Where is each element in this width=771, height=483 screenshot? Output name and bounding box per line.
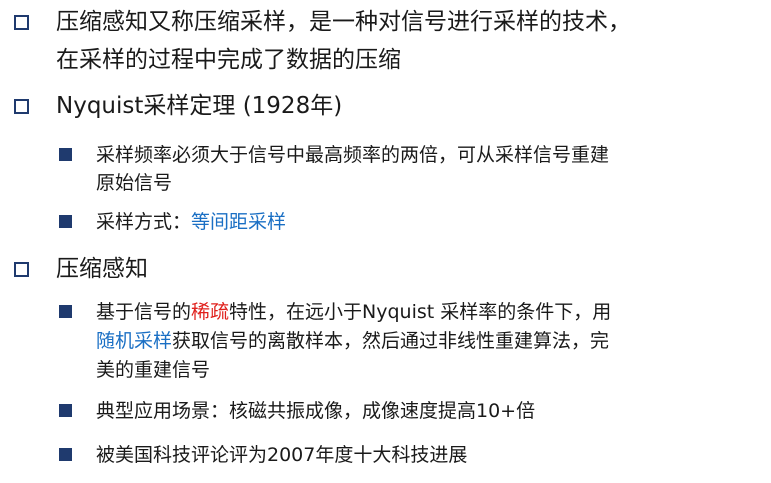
hollow-square-bullet-icon bbox=[14, 99, 29, 114]
bullet-title: 压缩感知 bbox=[56, 256, 148, 282]
sub-bullet-line: 采样方式：等间距采样 bbox=[96, 208, 761, 236]
bullet-title: Nyquist采样定理 (1928年) bbox=[56, 93, 343, 119]
sub-bullet-line: 美的重建信号 bbox=[96, 359, 211, 381]
sub-bullet-prefix: 采样方式： bbox=[96, 211, 192, 233]
slide: 压缩感知又称压缩采样，是一种对信号进行采样的技术， 在采样的过程中完成了数据的压… bbox=[0, 0, 771, 483]
sub-bullet-line: 采样频率必须大于信号中最高频率的两倍，可从采样信号重建 bbox=[96, 144, 610, 166]
sub-bullet-line: 被美国科技评论评为2007年度十大科技进展 bbox=[96, 444, 468, 466]
filled-square-bullet-icon bbox=[59, 215, 72, 228]
bullet-line: 在采样的过程中完成了数据的压缩 bbox=[56, 47, 401, 73]
highlight-sparse: 稀疏 bbox=[191, 301, 230, 323]
filled-square-bullet-icon bbox=[59, 404, 72, 417]
sub-bullet-line: 基于信号的稀疏特性，在远小于Nyquist 采样率的条件下，用 bbox=[96, 298, 761, 326]
filled-square-bullet-icon bbox=[59, 448, 72, 461]
highlight-random-sampling: 随机采样 bbox=[96, 330, 173, 352]
sub-bullet-line: 典型应用场景：核磁共振成像，成像速度提高10+倍 bbox=[96, 400, 536, 422]
hollow-square-bullet-icon bbox=[14, 15, 29, 30]
text-segment: 特性，在远小于Nyquist 采样率的条件下，用 bbox=[229, 301, 612, 323]
text-segment: 基于信号的 bbox=[96, 301, 192, 323]
sub-bullet-line: 随机采样获取信号的离散样本，然后通过非线性重建算法，完 bbox=[96, 327, 761, 355]
text-segment: 获取信号的离散样本，然后通过非线性重建算法，完 bbox=[172, 330, 610, 352]
highlight-uniform-sampling: 等间距采样 bbox=[191, 211, 287, 233]
filled-square-bullet-icon bbox=[59, 148, 72, 161]
filled-square-bullet-icon bbox=[59, 305, 72, 318]
sub-bullet-line: 原始信号 bbox=[96, 172, 173, 194]
bullet-line: 压缩感知又称压缩采样，是一种对信号进行采样的技术， bbox=[56, 9, 631, 35]
hollow-square-bullet-icon bbox=[14, 262, 29, 277]
